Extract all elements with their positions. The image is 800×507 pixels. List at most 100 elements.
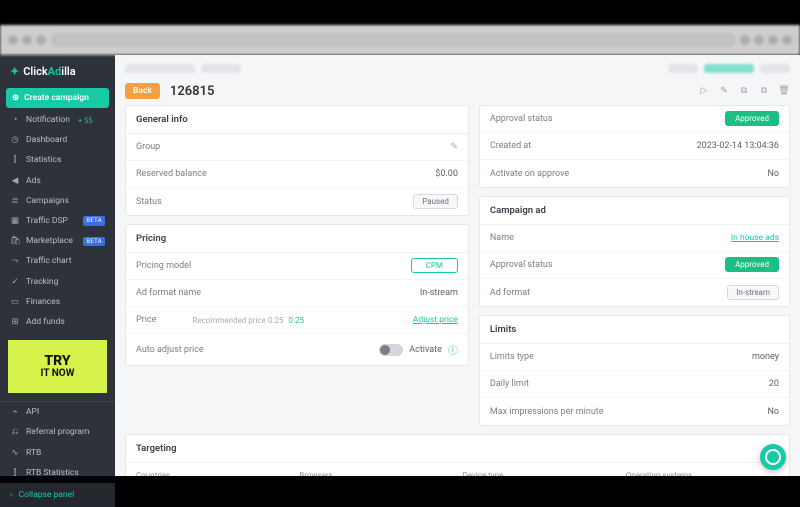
chart-icon: ⤳ [10,256,20,266]
row-status: Status Paused [126,188,468,215]
recommended-price: Recommended price 0.25 0.25 [192,316,304,325]
edit-icon[interactable]: ✎ [718,86,730,96]
chart-icon[interactable]: ⧉ [738,86,750,96]
bars-icon: ⫿ [10,468,20,478]
targeting-countries: Countries Japan [136,471,289,476]
value: In-stream [420,288,458,298]
sidebar-item-dashboard[interactable]: ◷Dashboard [0,130,115,150]
card-header: Limits [480,316,789,344]
label: Reserved balance [136,169,207,179]
targeting-card: Targeting Countries Japan Browsers Chrom… [125,434,790,476]
sidebar-item-label: Marketplace [26,236,73,246]
notification-count: + 55 [78,116,93,125]
row-max-impressions: Max impressions per minute No [480,398,789,425]
back-button[interactable]: Back [125,83,160,99]
megaphone-icon: ◀ [10,176,20,186]
users-icon: ⎌ [10,427,20,437]
sidebar-item-label: Traffic chart [26,256,72,266]
collapse-panel-button[interactable]: ‹ Collapse panel [0,483,115,507]
sidebar-item-label: Tracking [26,277,58,287]
copy-icon[interactable]: ⧉ [758,86,770,96]
sidebar-item-label: Finances [26,297,60,307]
row-activate-on-approve: Activate on approve No [480,160,789,187]
label: Approval status [490,260,553,270]
auto-adjust-toggle[interactable] [379,344,403,356]
create-campaign-label: Create campaign [24,93,89,103]
top-toolbar-blurred [125,61,790,75]
row-created: Created at 2023-02-14 13:04:36 [480,133,789,160]
main-content: Back 126815 ▷ ✎ ⧉ ⧉ 🗑 General info Group… [115,55,800,476]
page-title: 126815 [170,84,215,99]
promo-banner[interactable]: TRY IT NOW [8,340,107,393]
title-bar: Back 126815 ▷ ✎ ⧉ ⧉ 🗑 [125,79,790,105]
sidebar-item-label: API [26,407,39,417]
value: 20 [769,379,779,389]
sidebar-item-statistics[interactable]: ⫿ Statistics [0,150,115,170]
sidebar-item-label: Dashboard [26,135,67,145]
sidebar-item-label: Notification [26,115,70,125]
info-icon[interactable]: ⓘ [448,342,458,357]
adjust-price-link[interactable]: Adjust price [413,315,458,325]
sidebar-item-rtb-stats[interactable]: ⫿ RTB Statistics [0,463,115,483]
row-ad-format-name: Ad format name In-stream [126,280,468,307]
delete-icon[interactable]: 🗑 [778,86,790,96]
create-campaign-button[interactable]: ⊕ Create campaign [6,88,109,108]
label: Countries [136,471,289,476]
brand-part2: Ad [48,65,62,78]
card-header: General info [126,106,468,134]
pencil-icon[interactable]: ✎ [450,142,458,152]
sidebar-item-notification[interactable]: ◔ Notification + 55 [0,110,115,130]
support-fab[interactable] [760,444,786,470]
sidebar-item-label: Statistics [26,155,61,165]
sidebar-item-traffic-dsp[interactable]: ▦Traffic DSPBETA [0,211,115,231]
sidebar-item-label: Campaigns [26,196,69,206]
label: Limits type [490,352,534,362]
value: 2023-02-14 13:04:36 [697,141,779,151]
activate-label: Activate [409,345,442,355]
sidebar-item-tracking[interactable]: ✓Tracking [0,272,115,292]
sidebar-item-label: RTB [26,448,41,458]
browser-chrome [0,25,800,55]
sidebar-item-label: Ads [26,176,41,186]
play-icon[interactable]: ▷ [698,86,710,96]
general-info-right-card: Approval status Approved Created at 2023… [479,105,790,188]
sidebar-item-api[interactable]: ⌁API [0,402,115,422]
beta-badge: BETA [83,216,105,225]
cart-icon: 🛍 [10,236,20,246]
bars-icon: ⫿ [10,155,20,165]
sidebar-item-traffic-chart[interactable]: ⤳ Traffic chart [0,251,115,271]
sidebar-item-finances[interactable]: ▭Finances [0,292,115,312]
label: Name [490,233,514,243]
sidebar-item-campaigns[interactable]: ≣Campaigns [0,191,115,211]
ad-format-badge: In-stream [727,285,779,300]
label: Auto adjust price [136,345,204,355]
campaign-ad-card: Campaign ad Name In house ads Approval s… [479,196,790,307]
row-ad-format: Ad format In-stream [480,279,789,306]
label: Pricing model [136,261,191,271]
card-header: Campaign ad [480,197,789,225]
status-badge: Paused [413,194,458,209]
brand-logo[interactable]: ✦ ClickAdilla [0,55,115,86]
ad-name-link[interactable]: In house ads [731,233,779,243]
value: $0.00 [435,169,458,179]
label: Operating systems [626,471,779,476]
promo-line1: TRY [44,353,70,369]
label: Approval status [490,114,553,124]
sidebar-item-ads[interactable]: ◀ Ads [0,171,115,191]
letterbox-bottom [0,476,800,501]
sidebar-item-add-funds[interactable]: ⊞Add funds [0,312,115,332]
pulse-icon: ∿ [10,448,20,458]
sidebar-item-referral[interactable]: ⎌Referral program [0,422,115,442]
general-info-card: General info Group ✎ Reserved balance $0… [125,105,469,216]
chevron-left-icon: ‹ [10,490,13,500]
row-pricing-model: Pricing model CPM [126,253,468,280]
sidebar-item-rtb[interactable]: ∿ RTB [0,443,115,463]
sidebar-item-label: RTB Statistics [26,468,79,478]
label: Status [136,197,162,207]
label: Group [136,142,160,152]
row-limits-type: Limits type money [480,344,789,371]
row-ad-approval: Approval status Approved [480,252,789,279]
brand-part1: Click [23,65,47,78]
sidebar-item-marketplace[interactable]: 🛍MarketplaceBETA [0,231,115,251]
title-actions: ▷ ✎ ⧉ ⧉ 🗑 [698,86,790,96]
